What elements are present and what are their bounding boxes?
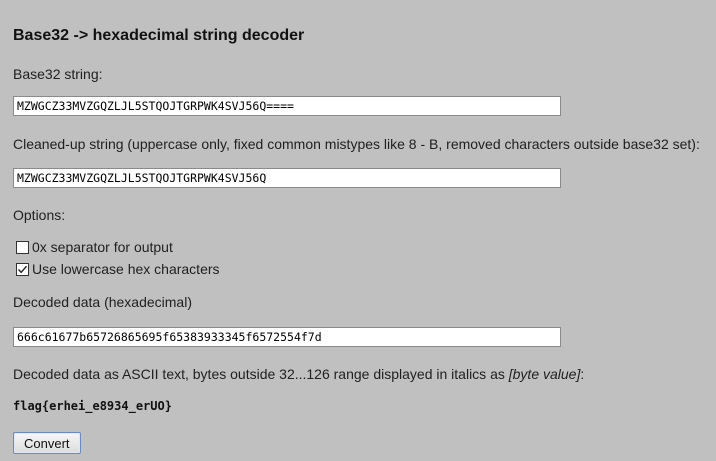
page-title: Base32 -> hexadecimal string decoder xyxy=(13,27,305,44)
base32-label: Base32 string: xyxy=(13,66,103,82)
0x-separator-checkbox[interactable] xyxy=(16,240,29,254)
ascii-output: flag{erhei_e8934_erUO} xyxy=(13,399,172,413)
convert-button[interactable]: Convert xyxy=(13,432,81,454)
option-0x-separator[interactable]: 0x separator for output xyxy=(16,239,173,255)
ascii-label-suffix: : xyxy=(580,366,585,382)
decoded-hex-input[interactable] xyxy=(13,327,561,347)
decoded-hex-label: Decoded data (hexadecimal) xyxy=(13,294,192,310)
cleaned-string-input[interactable] xyxy=(13,168,561,188)
lowercase-hex-label: Use lowercase hex characters xyxy=(32,261,220,277)
options-label: Options: xyxy=(13,207,66,223)
lowercase-hex-checkbox[interactable] xyxy=(16,262,29,276)
option-lowercase-hex[interactable]: Use lowercase hex characters xyxy=(16,261,220,277)
cleaned-label: Cleaned-up string (uppercase only, fixed… xyxy=(13,136,700,152)
0x-separator-label: 0x separator for output xyxy=(32,239,173,255)
ascii-label-italic: [byte value] xyxy=(508,366,581,382)
ascii-label: Decoded data as ASCII text, bytes outsid… xyxy=(13,366,584,382)
ascii-label-prefix: Decoded data as ASCII text, bytes outsid… xyxy=(13,366,509,382)
base32-input[interactable] xyxy=(13,96,561,116)
